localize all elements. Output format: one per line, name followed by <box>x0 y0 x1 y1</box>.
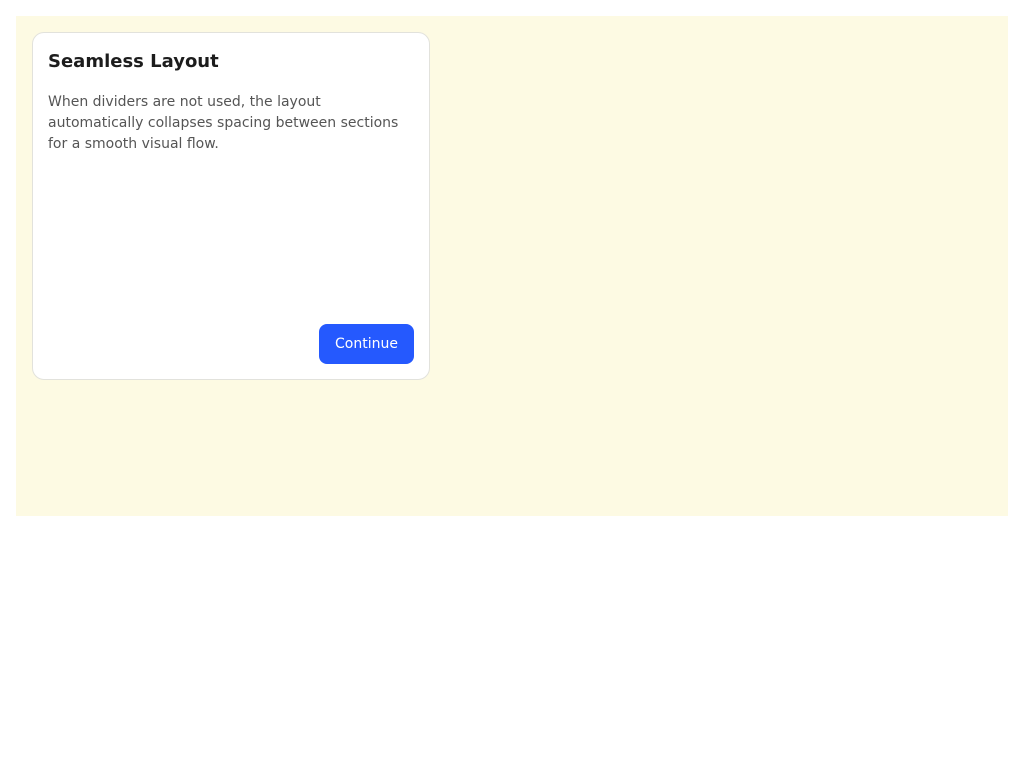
page-area: Seamless Layout When dividers are not us… <box>16 16 1008 516</box>
card-title: Seamless Layout <box>48 51 219 72</box>
continue-button[interactable]: Continue <box>319 324 414 364</box>
card-description: When dividers are not used, the layout a… <box>48 94 399 152</box>
info-card: Seamless Layout When dividers are not us… <box>32 32 430 380</box>
